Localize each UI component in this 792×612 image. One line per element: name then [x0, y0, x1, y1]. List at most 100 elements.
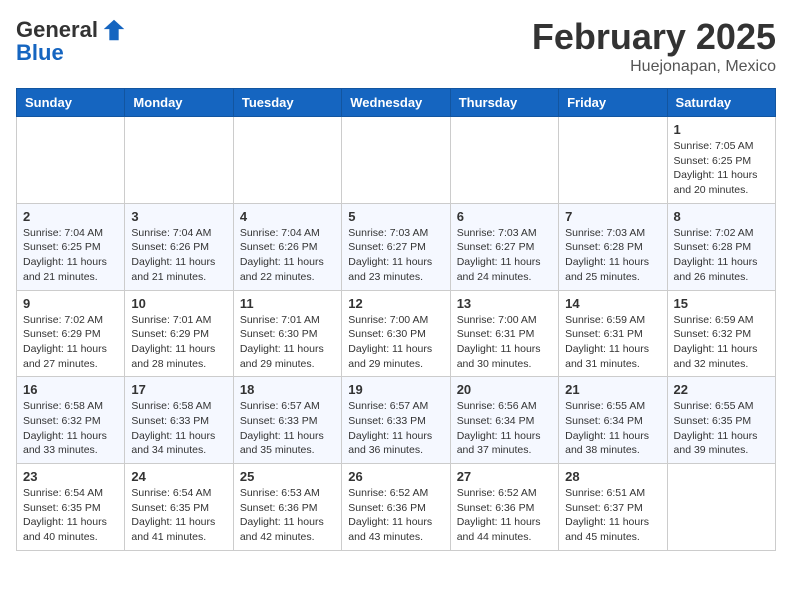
day-cell: 8 Sunrise: 7:02 AM Sunset: 6:28 PM Daylig…	[667, 203, 775, 290]
day-cell	[450, 117, 558, 204]
day-number: 3	[131, 209, 226, 224]
day-info: Sunrise: 7:02 AM Sunset: 6:29 PM Dayligh…	[23, 313, 118, 372]
day-cell: 13 Sunrise: 7:00 AM Sunset: 6:31 PM Dayli…	[450, 290, 558, 377]
day-number: 24	[131, 469, 226, 484]
day-info: Sunrise: 7:04 AM Sunset: 6:26 PM Dayligh…	[131, 226, 226, 285]
day-cell: 27 Sunrise: 6:52 AM Sunset: 6:36 PM Dayli…	[450, 464, 558, 551]
location: Huejonapan, Mexico	[532, 58, 776, 76]
day-cell: 19 Sunrise: 6:57 AM Sunset: 6:33 PM Dayli…	[342, 377, 450, 464]
day-cell: 22 Sunrise: 6:55 AM Sunset: 6:35 PM Dayli…	[667, 377, 775, 464]
day-cell: 26 Sunrise: 6:52 AM Sunset: 6:36 PM Dayli…	[342, 464, 450, 551]
day-cell: 24 Sunrise: 6:54 AM Sunset: 6:35 PM Dayli…	[125, 464, 233, 551]
day-info: Sunrise: 7:00 AM Sunset: 6:31 PM Dayligh…	[457, 313, 552, 372]
day-cell: 28Sunrise: 6:51 AM Sunset: 6:37 PM Dayli…	[559, 464, 667, 551]
day-cell	[559, 117, 667, 204]
day-info: Sunrise: 6:52 AM Sunset: 6:36 PM Dayligh…	[348, 486, 443, 545]
day-info: Sunrise: 7:04 AM Sunset: 6:25 PM Dayligh…	[23, 226, 118, 285]
day-number: 5	[348, 209, 443, 224]
page-header: General Blue February 2025 Huejonapan, M…	[16, 16, 776, 76]
day-number: 21	[565, 382, 660, 397]
col-header-sunday: Sunday	[17, 89, 125, 117]
day-number: 6	[457, 209, 552, 224]
day-cell	[125, 117, 233, 204]
day-number: 22	[674, 382, 769, 397]
day-info: Sunrise: 6:59 AM Sunset: 6:32 PM Dayligh…	[674, 313, 769, 372]
day-number: 16	[23, 382, 118, 397]
day-info: Sunrise: 7:01 AM Sunset: 6:30 PM Dayligh…	[240, 313, 335, 372]
week-row-1: 1Sunrise: 7:05 AM Sunset: 6:25 PM Daylig…	[17, 117, 776, 204]
month-title: February 2025	[532, 16, 776, 58]
day-cell: 20 Sunrise: 6:56 AM Sunset: 6:34 PM Dayli…	[450, 377, 558, 464]
day-cell	[17, 117, 125, 204]
logo: General Blue	[16, 16, 128, 66]
day-cell: 2 Sunrise: 7:04 AM Sunset: 6:25 PM Daylig…	[17, 203, 125, 290]
day-cell: 16Sunrise: 6:58 AM Sunset: 6:32 PM Dayli…	[17, 377, 125, 464]
day-number: 4	[240, 209, 335, 224]
day-cell: 23 Sunrise: 6:54 AM Sunset: 6:35 PM Dayli…	[17, 464, 125, 551]
day-info: Sunrise: 6:54 AM Sunset: 6:35 PM Dayligh…	[23, 486, 118, 545]
calendar: SundayMondayTuesdayWednesdayThursdayFrid…	[16, 88, 776, 551]
day-cell: 7 Sunrise: 7:03 AM Sunset: 6:28 PM Daylig…	[559, 203, 667, 290]
day-number: 11	[240, 296, 335, 311]
day-cell: 1Sunrise: 7:05 AM Sunset: 6:25 PM Daylig…	[667, 117, 775, 204]
logo-icon	[100, 16, 128, 44]
week-row-5: 23 Sunrise: 6:54 AM Sunset: 6:35 PM Dayli…	[17, 464, 776, 551]
day-info: Sunrise: 7:02 AM Sunset: 6:28 PM Dayligh…	[674, 226, 769, 285]
day-cell	[342, 117, 450, 204]
day-info: Sunrise: 6:58 AM Sunset: 6:33 PM Dayligh…	[131, 399, 226, 458]
day-cell: 4 Sunrise: 7:04 AM Sunset: 6:26 PM Daylig…	[233, 203, 341, 290]
day-cell: 9 Sunrise: 7:02 AM Sunset: 6:29 PM Daylig…	[17, 290, 125, 377]
day-cell: 3 Sunrise: 7:04 AM Sunset: 6:26 PM Daylig…	[125, 203, 233, 290]
day-info: Sunrise: 6:57 AM Sunset: 6:33 PM Dayligh…	[240, 399, 335, 458]
logo-text: General	[16, 18, 98, 42]
day-cell	[233, 117, 341, 204]
day-info: Sunrise: 6:53 AM Sunset: 6:36 PM Dayligh…	[240, 486, 335, 545]
day-cell: 6Sunrise: 7:03 AM Sunset: 6:27 PM Daylig…	[450, 203, 558, 290]
day-number: 8	[674, 209, 769, 224]
day-info: Sunrise: 6:55 AM Sunset: 6:35 PM Dayligh…	[674, 399, 769, 458]
day-number: 27	[457, 469, 552, 484]
day-number: 25	[240, 469, 335, 484]
day-number: 28	[565, 469, 660, 484]
day-number: 13	[457, 296, 552, 311]
day-number: 19	[348, 382, 443, 397]
day-cell: 12 Sunrise: 7:00 AM Sunset: 6:30 PM Dayli…	[342, 290, 450, 377]
day-number: 15	[674, 296, 769, 311]
col-header-thursday: Thursday	[450, 89, 558, 117]
day-cell: 11 Sunrise: 7:01 AM Sunset: 6:30 PM Dayli…	[233, 290, 341, 377]
day-cell: 25 Sunrise: 6:53 AM Sunset: 6:36 PM Dayli…	[233, 464, 341, 551]
day-cell: 15 Sunrise: 6:59 AM Sunset: 6:32 PM Dayli…	[667, 290, 775, 377]
day-number: 26	[348, 469, 443, 484]
day-cell: 10 Sunrise: 7:01 AM Sunset: 6:29 PM Dayli…	[125, 290, 233, 377]
col-header-friday: Friday	[559, 89, 667, 117]
day-number: 1	[674, 122, 769, 137]
day-number: 2	[23, 209, 118, 224]
day-number: 7	[565, 209, 660, 224]
day-number: 10	[131, 296, 226, 311]
col-header-wednesday: Wednesday	[342, 89, 450, 117]
day-number: 9	[23, 296, 118, 311]
day-info: Sunrise: 7:04 AM Sunset: 6:26 PM Dayligh…	[240, 226, 335, 285]
calendar-header-row: SundayMondayTuesdayWednesdayThursdayFrid…	[17, 89, 776, 117]
day-cell	[667, 464, 775, 551]
col-header-monday: Monday	[125, 89, 233, 117]
week-row-4: 16Sunrise: 6:58 AM Sunset: 6:32 PM Dayli…	[17, 377, 776, 464]
day-info: Sunrise: 6:54 AM Sunset: 6:35 PM Dayligh…	[131, 486, 226, 545]
week-row-3: 9 Sunrise: 7:02 AM Sunset: 6:29 PM Daylig…	[17, 290, 776, 377]
day-cell: 21 Sunrise: 6:55 AM Sunset: 6:34 PM Dayli…	[559, 377, 667, 464]
day-number: 23	[23, 469, 118, 484]
day-number: 12	[348, 296, 443, 311]
day-info: Sunrise: 7:01 AM Sunset: 6:29 PM Dayligh…	[131, 313, 226, 372]
day-cell: 5Sunrise: 7:03 AM Sunset: 6:27 PM Daylig…	[342, 203, 450, 290]
day-number: 20	[457, 382, 552, 397]
day-number: 14	[565, 296, 660, 311]
day-number: 18	[240, 382, 335, 397]
day-info: Sunrise: 6:52 AM Sunset: 6:36 PM Dayligh…	[457, 486, 552, 545]
day-info: Sunrise: 6:55 AM Sunset: 6:34 PM Dayligh…	[565, 399, 660, 458]
day-info: Sunrise: 7:03 AM Sunset: 6:28 PM Dayligh…	[565, 226, 660, 285]
day-info: Sunrise: 6:57 AM Sunset: 6:33 PM Dayligh…	[348, 399, 443, 458]
day-info: Sunrise: 6:56 AM Sunset: 6:34 PM Dayligh…	[457, 399, 552, 458]
day-info: Sunrise: 7:00 AM Sunset: 6:30 PM Dayligh…	[348, 313, 443, 372]
day-cell: 14Sunrise: 6:59 AM Sunset: 6:31 PM Dayli…	[559, 290, 667, 377]
day-cell: 17Sunrise: 6:58 AM Sunset: 6:33 PM Dayli…	[125, 377, 233, 464]
